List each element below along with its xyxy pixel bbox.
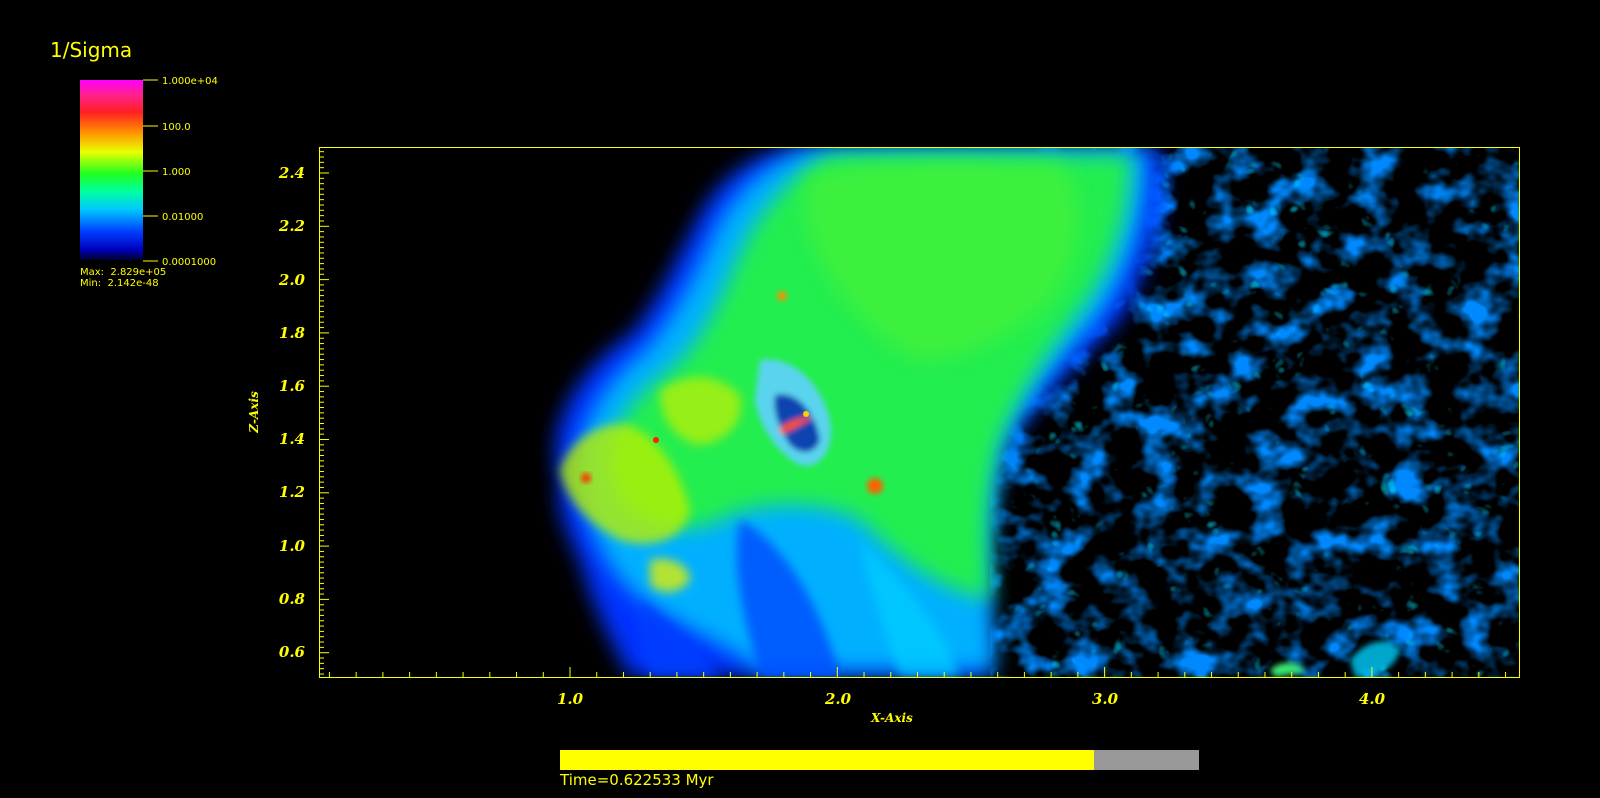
y-tick-label: 0.8	[279, 590, 306, 608]
x-tick-label: 1.0	[557, 690, 584, 708]
y-tick-label: 2.0	[278, 271, 306, 289]
time-slider[interactable]	[560, 750, 1199, 770]
colorbar-tick-label: 100.0	[162, 122, 191, 133]
legend-max: Max: 2.829e+05	[80, 267, 167, 278]
legend-minmax: Max: 2.829e+05 Min: 2.142e-48	[80, 267, 166, 289]
y-tick-label: 1.0	[279, 537, 306, 555]
y-tick-label: 1.2	[279, 483, 305, 501]
colorbar-gradient	[80, 80, 143, 260]
y-tick-label: 2.2	[278, 217, 305, 235]
x-tick-labels: 1.0 2.0 3.0 4.0	[557, 690, 1386, 708]
pseudocolor-field	[319, 147, 1519, 677]
y-axis-label: Z-Axis	[247, 391, 261, 433]
y-tick-label: 1.6	[279, 377, 306, 395]
x-tick-label: 2.0	[824, 690, 852, 708]
y-tick-label: 1.8	[279, 324, 306, 342]
colorbar: 1.000e+04 100.0 1.000 0.01000 0.0001000	[80, 76, 218, 268]
time-label: Time=0.622533 Myr	[560, 771, 714, 789]
y-tick-labels: 2.4 2.2 2.0 1.8 1.6 1.4 1.2 1.0 0.8 0.6	[278, 164, 306, 661]
colorbar-tick-label: 0.0001000	[162, 257, 216, 268]
time-slider-fill	[560, 750, 1095, 770]
x-tick-label: 4.0	[1359, 690, 1386, 708]
colorbar-tick-label: 1.000e+04	[162, 76, 218, 87]
legend-min: Min: 2.142e-48	[80, 278, 159, 289]
colorbar-tick-label: 1.000	[162, 167, 191, 178]
x-tick-label: 3.0	[1092, 690, 1119, 708]
visualization-canvas: 1.000e+04 100.0 1.000 0.01000 0.0001000	[80, 76, 1520, 708]
y-tick-label: 2.4	[278, 164, 305, 182]
colorbar-ticks	[143, 79, 158, 262]
x-axis-label: X-Axis	[871, 711, 913, 725]
colorbar-tick-label: 0.01000	[162, 212, 203, 223]
y-tick-label: 0.6	[279, 643, 306, 661]
y-tick-label: 1.4	[279, 430, 305, 448]
